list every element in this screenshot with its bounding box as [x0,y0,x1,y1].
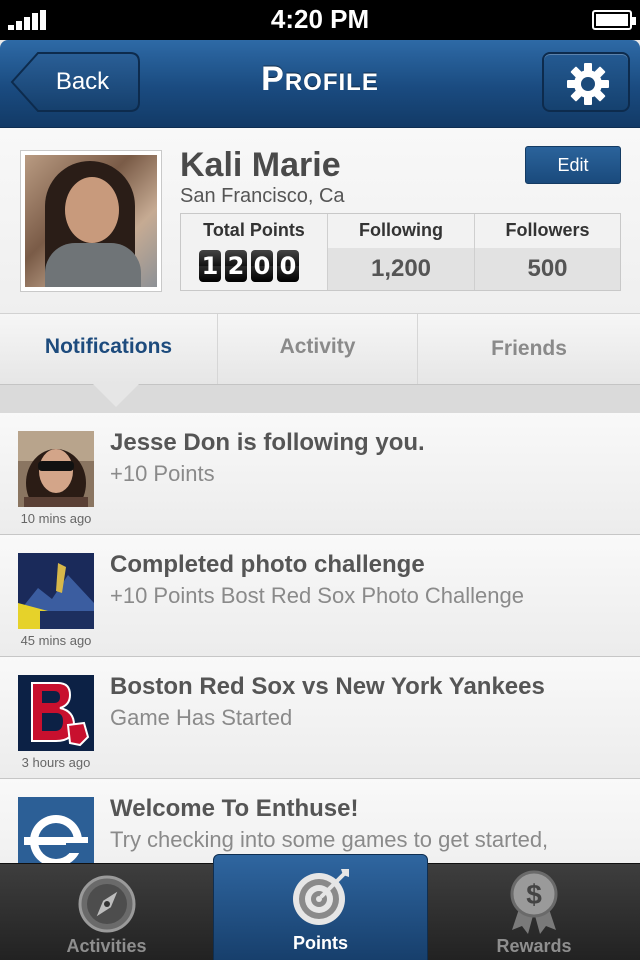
reward-badge-icon: $ [510,870,558,934]
notification-title: Jesse Don is following you. [110,429,425,456]
stat-label: Following [359,220,443,240]
tab-bar: Activities Points $ Rewards [0,854,640,960]
nav-bar: Back Profile [0,40,640,128]
tabbar-label: Rewards [496,936,572,956]
list-item[interactable]: Jesse Don is following you. +10 Points 1… [0,413,640,535]
notification-subtitle: Try checking into some games to get star… [110,827,549,852]
notification-time: 3 hours ago [21,755,91,770]
compass-icon [78,875,135,933]
stat-value: 500 [475,248,620,290]
profile-photo [25,155,157,287]
stat-value: 1,200 [328,248,474,290]
tabbar-label: Activities [66,936,147,956]
enthuse-logo [18,797,94,863]
tab-friends[interactable]: Friends [418,314,640,384]
challenge-thumbnail [18,553,94,629]
red-sox-logo [18,675,94,751]
list-item[interactable]: Welcome To Enthuse! Try checking into so… [0,779,640,863]
notification-title: Boston Red Sox vs New York Yankees [110,673,545,700]
target-icon [292,869,349,925]
stat-following[interactable]: Following 1,200 [328,214,475,290]
profile-location: San Francisco, Ca [180,185,345,207]
segment-tabs: Notifications Activity Friends [0,313,640,385]
tab-activity[interactable]: Activity [218,314,418,384]
counter-digit: 2 [225,250,247,282]
counter-digit: 0 [251,250,273,282]
profile-name: Kali Marie [180,146,341,184]
settings-button[interactable] [542,52,630,112]
notification-time: 45 mins ago [20,633,92,648]
stat-label: Followers [505,220,590,240]
avatar[interactable] [20,150,162,292]
notification-title: Completed photo challenge [110,551,425,578]
stat-total-points: Total Points 1 2 0 0 [181,214,328,290]
svg-text:$: $ [526,879,542,910]
stats-panel: Total Points 1 2 0 0 Following 1,200 Fol… [180,213,621,291]
list-item[interactable]: Completed photo challenge +10 Points Bos… [0,535,640,657]
counter-digit: 0 [277,250,299,282]
active-tab-pointer [92,383,140,407]
tabbar-label: Points [292,933,348,953]
list-item[interactable]: Boston Red Sox vs New York Yankees Game … [0,657,640,779]
notification-subtitle: +10 Points Bost Red Sox Photo Challenge [110,583,524,608]
stat-followers[interactable]: Followers 500 [475,214,620,290]
status-bar: 4:20 PM [0,0,640,40]
counter-digit: 1 [199,250,221,282]
battery-icon [592,10,636,30]
status-time: 4:20 PM [270,4,370,34]
user-thumbnail [18,431,94,507]
tab-notifications[interactable]: Notifications [0,314,218,384]
edit-button[interactable]: Edit [525,146,621,184]
tabbar-activities[interactable]: Activities [0,864,213,960]
profile-header: Kali Marie San Francisco, Ca Edit Total … [0,128,640,313]
tabbar-points[interactable]: Points [213,854,428,960]
notification-title: Welcome To Enthuse! [110,795,359,822]
notification-time: 10 mins ago [20,511,92,526]
notification-subtitle: Game Has Started [110,705,293,730]
stat-label: Total Points [203,220,305,240]
gear-icon [567,63,609,105]
notifications-list[interactable]: Jesse Don is following you. +10 Points 1… [0,413,640,863]
tabbar-rewards[interactable]: $ Rewards [428,864,640,960]
notification-subtitle: +10 Points [110,461,215,486]
